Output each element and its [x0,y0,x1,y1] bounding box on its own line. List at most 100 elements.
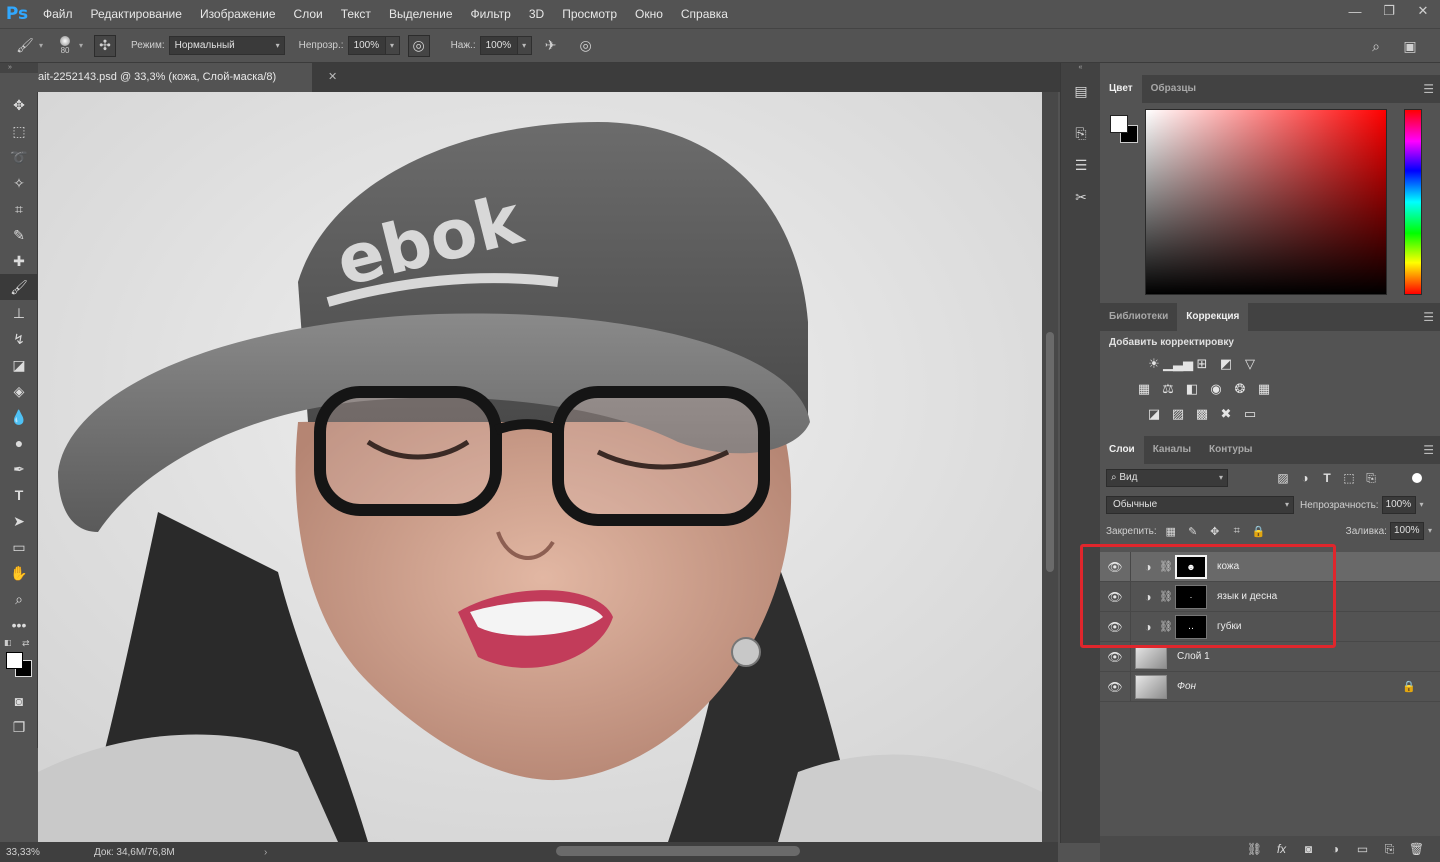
lock-image-icon[interactable]: ✎ [1182,522,1204,540]
threshold-icon[interactable]: ▩ [1192,405,1212,423]
layer-name[interactable]: Фон [1177,681,1196,692]
path-selection-tool-icon[interactable]: ➤ [0,508,38,534]
mask-link-icon[interactable]: ⛓ [1159,620,1173,633]
filter-smart-object-icon[interactable]: ⎘ [1360,469,1382,487]
menu-type[interactable]: Текст [332,0,380,28]
minimize-button[interactable]: — [1338,0,1372,22]
tab-color[interactable]: Цвет [1100,75,1142,103]
horizontal-scroll-thumb[interactable] [556,846,800,856]
gradient-map-icon[interactable]: ▭ [1240,405,1260,423]
brush-size-dropdown-arrow[interactable]: ▾ [79,41,83,50]
panel-foreground-swatch[interactable] [1110,115,1128,133]
filter-pixel-icon[interactable]: ▨ [1272,469,1294,487]
menu-layers[interactable]: Слои [285,0,332,28]
filter-type-icon[interactable]: T [1316,469,1338,487]
tab-layers[interactable]: Слои [1100,436,1144,464]
tab-libraries[interactable]: Библиотеки [1100,303,1177,331]
color-lookup-icon[interactable]: ▦ [1254,380,1274,398]
invert-icon[interactable]: ◪ [1144,405,1164,423]
layer-row-tongue-gums[interactable]: 👁 ◑ ⛓ · язык и десна [1100,581,1440,612]
layer-name[interactable]: губки [1217,621,1241,632]
add-mask-icon[interactable]: ◙ [1295,842,1322,856]
menu-view[interactable]: Просмотр [553,0,626,28]
properties-panel-icon[interactable]: ⎘ [1066,119,1096,147]
hue-slider[interactable] [1404,109,1422,295]
flow-input[interactable]: 100% [479,36,518,55]
flow-dropdown[interactable]: ▾ [517,36,532,55]
layer-opacity-dropdown[interactable]: ▾ [1416,496,1428,514]
vertical-scrollbar[interactable] [1042,92,1058,842]
pressure-opacity-icon[interactable]: ◎ [407,34,430,57]
document-tab[interactable]: ait-2252143.psd @ 33,3% (кожа, Слой-маск… [38,63,312,92]
status-menu-chevron-icon[interactable]: › [264,847,267,858]
layer-opacity-input[interactable]: 100% [1381,496,1416,514]
adjustments-panel-icon[interactable]: ☰ [1066,151,1096,179]
tools-preset-icon[interactable]: ✂ [1066,183,1096,211]
menu-select[interactable]: Выделение [380,0,462,28]
visibility-eye-icon[interactable]: 👁 [1100,590,1130,604]
filter-adjustment-icon[interactable]: ◑ [1294,469,1316,487]
quick-mask-icon[interactable]: ◙ [0,688,38,714]
workspace-icon[interactable]: ▣ [1399,35,1421,57]
vibrance-icon[interactable]: ▽ [1240,355,1260,373]
layer-mask-thumbnail[interactable]: ‥ [1175,614,1207,639]
link-layers-icon[interactable]: ⛓ [1241,842,1268,856]
hue-saturation-icon[interactable]: ▦ [1134,380,1154,398]
tab-swatches[interactable]: Образцы [1142,75,1205,103]
zoom-readout[interactable]: 33,33% [0,847,44,858]
healing-brush-tool-icon[interactable]: ✚ [0,248,38,274]
mode-select[interactable]: Нормальный ▾ [168,36,285,55]
brush-size-picker[interactable]: 80 [53,36,77,55]
toolbar-collapse-handle[interactable]: » [0,63,38,73]
lock-all-icon[interactable]: 🔒 [1248,522,1270,540]
menu-edit[interactable]: Редактирование [82,0,191,28]
stamp-tool-icon[interactable]: ⊥ [0,300,38,326]
visibility-eye-icon[interactable]: 👁 [1100,680,1130,694]
search-icon[interactable]: ⌕ [1365,35,1387,57]
levels-icon[interactable]: ▁▃▅ [1163,355,1193,373]
delete-layer-icon[interactable]: 🗑 [1403,842,1430,856]
blend-mode-select[interactable]: Обычные ▾ [1106,496,1294,514]
dodge-tool-icon[interactable]: ● [0,430,38,456]
fill-input[interactable]: 100% [1389,522,1424,540]
new-group-icon[interactable]: ▭ [1349,842,1376,856]
airbrush-icon[interactable]: ✈ [540,35,562,57]
strip-collapse-handle[interactable]: « [1061,63,1100,73]
preset-dropdown-arrow[interactable]: ▾ [39,41,43,50]
layer-name[interactable]: кожа [1217,561,1239,572]
opacity-input[interactable]: 100% [347,36,386,55]
pressure-size-icon[interactable]: ◎ [575,35,597,57]
history-brush-tool-icon[interactable]: ↯ [0,326,38,352]
menu-file[interactable]: Файл [34,0,82,28]
lock-position-icon[interactable]: ✥ [1204,522,1226,540]
filter-shape-icon[interactable]: ⬚ [1338,469,1360,487]
restore-button[interactable]: ❐ [1372,0,1406,22]
new-layer-icon[interactable]: ⎘ [1376,842,1403,857]
lock-transparent-icon[interactable]: ▦ [1160,522,1182,540]
magic-wand-tool-icon[interactable]: ✧ [0,170,38,196]
paint-bucket-tool-icon[interactable]: ◈ [0,378,38,404]
close-window-button[interactable]: ✕ [1406,0,1440,22]
layer-mask-thumbnail[interactable]: ☻ [1175,554,1207,579]
pen-tool-icon[interactable]: ✒ [0,456,38,482]
screen-mode-icon[interactable]: ❐ [0,714,38,740]
brush-tool-icon[interactable]: 🖌 [0,274,38,300]
swap-colors-icon[interactable]: ⇄ [22,638,30,649]
foreground-color-swatch[interactable] [6,652,23,669]
crop-tool-icon[interactable]: ⌗ [0,196,38,222]
eraser-tool-icon[interactable]: ◪ [0,352,38,378]
layer-row-background[interactable]: 👁 Фон 🔒 [1100,671,1440,702]
type-tool-icon[interactable]: T [0,482,38,508]
blur-tool-icon[interactable]: 💧 [0,404,38,430]
more-tools-icon[interactable]: ••• [0,612,38,638]
layer-row-skin[interactable]: 👁 ◑ ⛓ ☻ кожа [1100,551,1440,582]
layer-kind-filter[interactable]: ⌕ Вид ▾ [1106,469,1228,487]
new-adjustment-icon[interactable]: ◑ [1322,842,1349,856]
layer-mask-thumbnail[interactable]: · [1175,584,1207,609]
default-colors-icon[interactable]: ◧ [4,638,12,647]
fill-dropdown[interactable]: ▾ [1424,522,1436,540]
brush-panel-toggle-icon[interactable]: ✣ [94,34,117,57]
history-panel-icon[interactable]: ▤ [1066,77,1096,105]
visibility-eye-icon[interactable]: 👁 [1100,620,1130,634]
color-picker-field[interactable] [1145,109,1387,295]
